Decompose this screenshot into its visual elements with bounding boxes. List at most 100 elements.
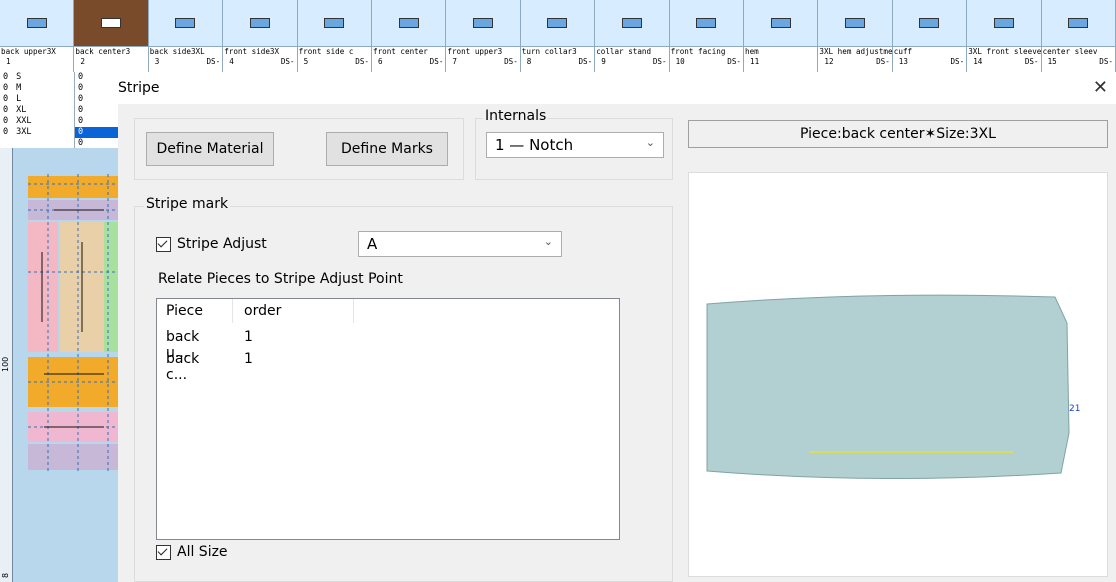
size-name: 3XL — [16, 127, 32, 137]
size-row[interactable]: 0M — [0, 83, 74, 94]
piece-number: 14 — [973, 57, 983, 66]
size-qty: 0 — [3, 116, 9, 126]
piece-caption: back side3XL — [149, 47, 205, 56]
piece-icon — [818, 0, 892, 47]
piece-thumbnail[interactable]: turn collar3 8 DS- — [520, 0, 596, 72]
piece-caption: back center3 — [75, 47, 131, 56]
size-name: M — [16, 83, 22, 93]
size-row[interactable]: 0 — [75, 105, 118, 116]
piece-icon — [223, 0, 297, 47]
internals-value: 1 — Notch — [495, 136, 574, 154]
piece-thumbnail[interactable]: front side3X 4 DS- — [223, 0, 298, 72]
size-list[interactable]: 0 S 0 M 0 L 0 XL 0 XXL 0 3XL — [0, 72, 75, 148]
piece-number: 7 — [452, 57, 457, 66]
piece-preview[interactable]: 21 — [688, 172, 1108, 577]
piece-number: 15 — [1047, 57, 1057, 66]
piece-ds-flag: DS- — [1024, 57, 1039, 66]
piece-thumbnail[interactable]: front facing 10 DS- — [669, 0, 744, 72]
size-name: XXL — [16, 116, 32, 126]
list-item-piece: back c... — [166, 351, 200, 383]
chevron-down-icon: ⌄ — [543, 235, 553, 248]
piece-thumbnail[interactable]: back center3 2 — [74, 0, 149, 72]
size-name: XL — [16, 105, 27, 115]
piece-number: 11 — [750, 57, 760, 66]
size-row[interactable]: 0 XXL — [0, 116, 74, 127]
size-row[interactable]: 0S — [0, 72, 74, 83]
stripe-adjust-select[interactable]: A ⌄ — [358, 231, 562, 257]
size-qty: 0 — [3, 83, 9, 93]
size-qty: 0 — [3, 105, 9, 115]
piece-caption: front upper3 — [447, 47, 503, 56]
all-size-checkbox[interactable]: All Size — [156, 544, 228, 560]
vertical-ruler: 100 8 — [0, 148, 13, 582]
size-row[interactable]: 0 — [75, 72, 118, 83]
define-marks-button[interactable]: Define Marks — [326, 132, 448, 166]
size-row[interactable]: 0 XL — [0, 105, 74, 116]
size-name: L — [16, 94, 22, 104]
piece-ds-flag: DS- — [429, 57, 444, 66]
piece-thumbnail[interactable]: front center 6 DS- — [372, 0, 447, 72]
size-row[interactable]: 0 — [75, 127, 118, 138]
piece-icon — [595, 0, 669, 47]
column-header-order[interactable]: order — [244, 303, 281, 319]
piece-caption: turn collar3 — [521, 47, 577, 56]
piece-thumbnail[interactable]: collar stand 9 DS- — [595, 0, 670, 72]
piece-thumbnail[interactable]: cuff 13 DS- — [892, 0, 968, 72]
size-list-2[interactable]: 0000000 — [75, 72, 119, 148]
piece-shape: 21 — [706, 294, 1080, 480]
piece-number: 13 — [898, 57, 908, 66]
relate-pieces-label: Relate Pieces to Stripe Adjust Point — [158, 271, 403, 287]
column-header-piece[interactable]: Piece — [166, 303, 203, 319]
piece-caption: center sleev — [1042, 47, 1098, 56]
piece-number: 12 — [824, 57, 834, 66]
piece-thumbnail[interactable]: hem 11 — [744, 0, 819, 72]
marker-layout — [28, 174, 120, 474]
piece-number: 6 — [378, 57, 383, 66]
define-material-button[interactable]: Define Material — [146, 132, 274, 166]
piece-thumbnail[interactable]: center sleev 15 DS- — [1041, 0, 1116, 72]
piece-ds-flag: DS- — [652, 57, 667, 66]
piece-thumbnail[interactable]: 3XL front sleeve 14 DS- — [967, 0, 1042, 72]
piece-icon — [372, 0, 446, 47]
piece-thumbnail[interactable]: back side3XL 3 DS- — [148, 0, 224, 72]
piece-thumbnail[interactable]: 3XL hem adjustme 12 DS- — [818, 0, 893, 72]
internals-label: Internals — [483, 108, 549, 124]
stripe-adjust-value: A — [367, 235, 378, 253]
piece-icon — [297, 0, 371, 47]
piece-caption: 3XL hem adjustme — [819, 47, 893, 56]
piece-thumbnail[interactable]: back upper3X 1 — [0, 0, 75, 72]
all-size-label: All Size — [177, 544, 228, 560]
piece-thumbnail[interactable]: front side c 5 DS- — [297, 0, 372, 72]
piece-ds-flag: DS- — [876, 57, 890, 66]
piece-icon — [744, 0, 818, 47]
piece-thumbnail[interactable]: front upper3 7 DS- — [446, 0, 521, 72]
piece-order-list[interactable]: Piece order back u... 1 back c... 1 — [156, 298, 620, 540]
size-name: S — [16, 72, 22, 82]
stripe-dialog: Stripe ✕ Define Material Define Marks In… — [118, 72, 1116, 582]
piece-caption: back upper3X — [1, 47, 56, 56]
size-row[interactable]: 0 3XL — [0, 127, 74, 138]
size-row[interactable]: 0 — [75, 116, 118, 127]
piece-ds-flag: DS- — [1099, 57, 1113, 66]
piece-number: 10 — [675, 57, 685, 66]
stripe-mark-label: Stripe mark — [144, 196, 231, 212]
marker-canvas[interactable]: 100 8 — [0, 148, 120, 582]
list-item-order: 1 — [244, 329, 253, 345]
piece-ds-flag: DS- — [950, 57, 965, 66]
ruler-label-bottom: 8 — [1, 572, 10, 578]
piece-icon — [892, 0, 967, 47]
stripe-adjust-checkbox[interactable]: Stripe Adjust — [156, 236, 267, 252]
piece-icon — [446, 0, 520, 47]
size-row[interactable]: 0 — [75, 94, 118, 105]
size-row[interactable]: 0 — [75, 83, 118, 94]
piece-number: 2 — [80, 57, 85, 66]
piece-caption: hem — [745, 47, 759, 56]
close-icon[interactable]: ✕ — [1093, 77, 1108, 98]
piece-number: 4 — [229, 57, 234, 66]
size-row[interactable]: 0L — [0, 94, 74, 105]
internals-select[interactable]: 1 — Notch ⌄ — [486, 132, 664, 158]
column-divider — [232, 299, 233, 323]
piece-ds-flag: DS- — [206, 57, 221, 66]
piece-strip: back upper3X 1 back center3 2 back side3XL 3 D… — [0, 0, 1116, 73]
piece-ds-flag: DS- — [355, 57, 369, 66]
